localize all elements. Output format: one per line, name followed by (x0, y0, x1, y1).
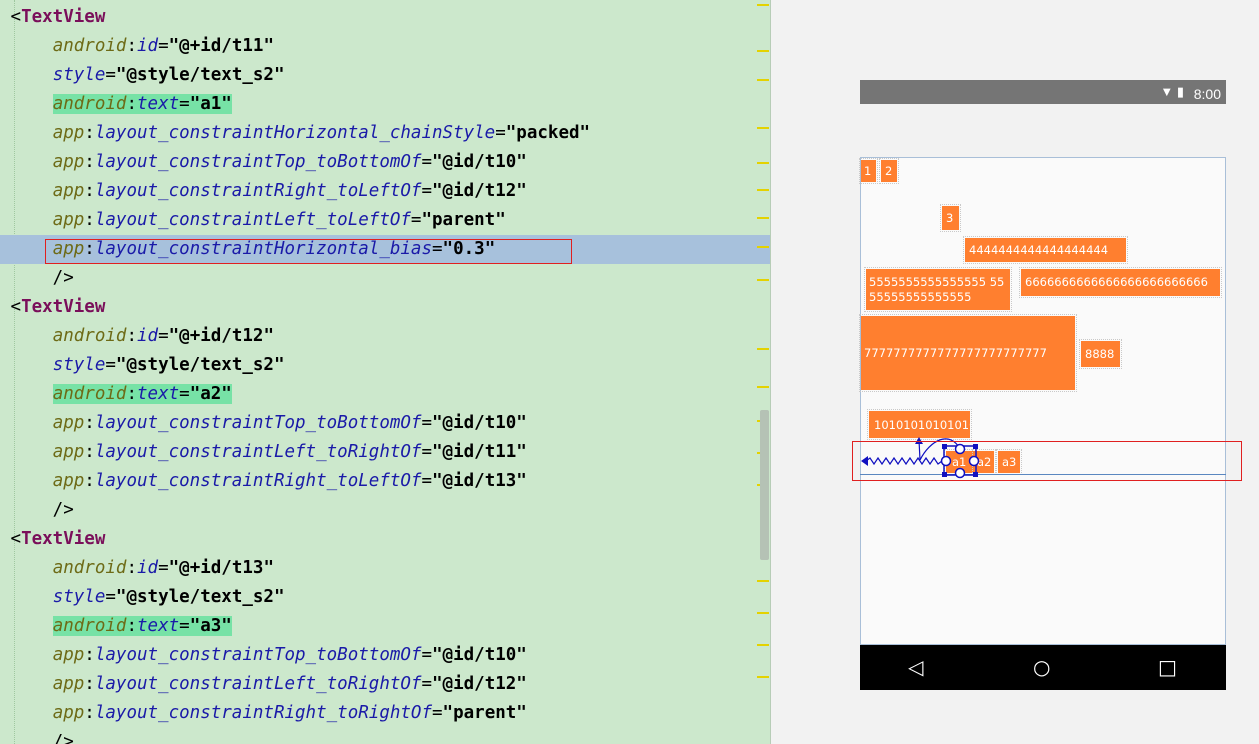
code-line[interactable]: /> (0, 728, 770, 744)
textview-t10[interactable]: 1010101010101010 (867, 409, 972, 440)
device-status-bar: ▼ ▮ 8:00 (860, 80, 1226, 104)
textview-t6[interactable]: 6666666666666666666666666 (1019, 267, 1222, 298)
code-line[interactable]: android:text="a3" (0, 612, 770, 641)
code-line[interactable]: app:layout_constraintLeft_toRightOf="@id… (0, 438, 770, 467)
code-line[interactable]: app:layout_constraintHorizontal_chainSty… (0, 119, 770, 148)
code-line[interactable]: android:text="a1" (0, 90, 770, 119)
code-line[interactable]: app:layout_constraintRight_toRightOf="pa… (0, 699, 770, 728)
device-nav-bar: ◁ ○ □ (860, 645, 1226, 690)
code-line[interactable]: style="@style/text_s2" (0, 351, 770, 380)
back-icon[interactable]: ◁ (908, 655, 923, 679)
code-line[interactable]: <TextView (0, 525, 770, 554)
textview-t2[interactable]: 2 (879, 158, 899, 184)
code-line[interactable]: app:layout_constraintLeft_toRightOf="@id… (0, 670, 770, 699)
code-line[interactable]: /> (0, 496, 770, 525)
code-line[interactable]: android:id="@+id/t13" (0, 554, 770, 583)
code-line[interactable]: /> (0, 264, 770, 293)
textview-t8[interactable]: 8888 (1079, 339, 1122, 369)
code-line[interactable]: app:layout_constraintTop_toBottomOf="@id… (0, 409, 770, 438)
editor-scrollbar[interactable] (759, 0, 770, 744)
code-editor[interactable]: <TextView android:id="@+id/t11" style="@… (0, 0, 771, 744)
code-line[interactable]: android:id="@+id/t12" (0, 322, 770, 351)
chain-annotation-box (852, 441, 1242, 481)
device-canvas[interactable] (860, 157, 1226, 645)
code-line[interactable]: <TextView (0, 293, 770, 322)
code-line[interactable]: android:id="@+id/t11" (0, 32, 770, 61)
wifi-battery-icon: ▼ ▮ (1160, 84, 1184, 99)
recent-apps-icon[interactable]: □ (1158, 655, 1177, 679)
code-line[interactable]: style="@style/text_s2" (0, 583, 770, 612)
textview-t1[interactable]: 1 (859, 158, 878, 184)
code-line[interactable]: app:layout_constraintRight_toLeftOf="@id… (0, 467, 770, 496)
textview-t4[interactable]: 4444444444444444444 (963, 236, 1128, 264)
home-icon[interactable]: ○ (1033, 655, 1050, 679)
textview-t7[interactable]: 7777777777777777777777777 (859, 314, 1077, 392)
editor-scroll-thumb[interactable] (760, 410, 769, 560)
textview-t3[interactable]: 3 (940, 204, 961, 232)
code-line[interactable]: app:layout_constraintTop_toBottomOf="@id… (0, 148, 770, 177)
textview-t5[interactable]: 5555555555555555 5555555555555555 (864, 267, 1012, 312)
code-line[interactable]: app:layout_constraintHorizontal_bias="0.… (0, 235, 770, 264)
code-line[interactable]: style="@style/text_s2" (0, 61, 770, 90)
code-line[interactable]: app:layout_constraintRight_toLeftOf="@id… (0, 177, 770, 206)
code-line[interactable]: android:text="a2" (0, 380, 770, 409)
code-line[interactable]: app:layout_constraintLeft_toLeftOf="pare… (0, 206, 770, 235)
code-line[interactable]: <TextView (0, 3, 770, 32)
code-line[interactable]: app:layout_constraintTop_toBottomOf="@id… (0, 641, 770, 670)
status-time: 8:00 (1193, 86, 1221, 102)
